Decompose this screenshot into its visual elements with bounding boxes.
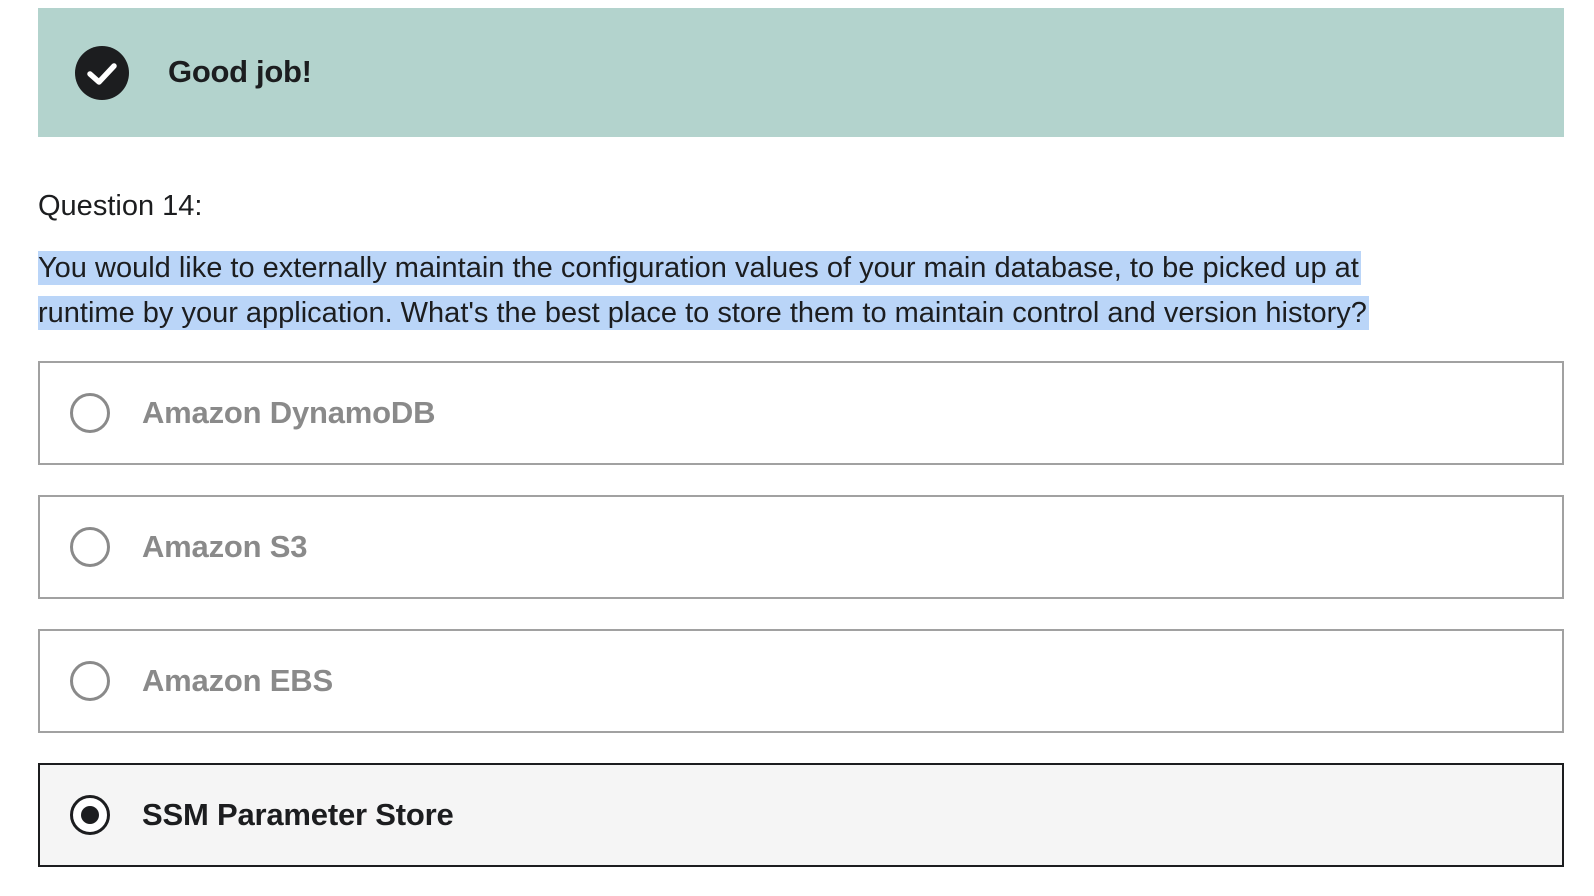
question-number: Question 14: [38, 190, 203, 222]
answer-option-dynamodb[interactable]: Amazon DynamoDB [38, 361, 1564, 465]
answer-option-s3[interactable]: Amazon S3 [38, 495, 1564, 599]
result-message: Good job! [168, 54, 312, 89]
question-prompt-line-1: You would like to externally maintain th… [38, 251, 1361, 285]
radio-dot-icon [81, 806, 99, 824]
radio-button-unchecked[interactable] [70, 661, 110, 701]
radio-button-unchecked[interactable] [70, 393, 110, 433]
answer-option-label: SSM Parameter Store [142, 797, 454, 832]
question-prompt: You would like to externally maintain th… [38, 246, 1564, 336]
check-circle-icon [75, 46, 129, 100]
result-banner: Good job! [38, 8, 1564, 137]
question-prompt-line-2: runtime by your application. What's the … [38, 296, 1369, 330]
answer-option-label: Amazon S3 [142, 529, 308, 564]
answer-option-ebs[interactable]: Amazon EBS [38, 629, 1564, 733]
quiz-page: Good job! Question 14: You would like to… [0, 0, 1594, 896]
answer-option-ssm-parameter-store[interactable]: SSM Parameter Store [38, 763, 1564, 867]
answer-option-label: Amazon EBS [142, 663, 333, 698]
answer-option-label: Amazon DynamoDB [142, 395, 436, 430]
radio-button-checked[interactable] [70, 795, 110, 835]
radio-button-unchecked[interactable] [70, 527, 110, 567]
